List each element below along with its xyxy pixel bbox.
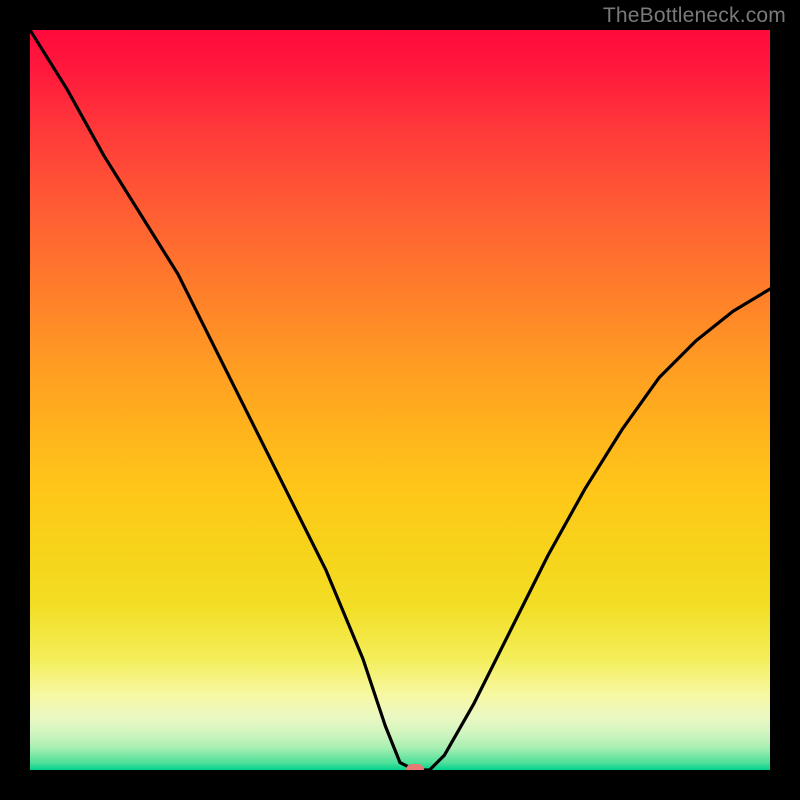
watermark-text: TheBottleneck.com xyxy=(603,4,786,28)
optimum-marker-icon xyxy=(406,764,424,770)
bottleneck-curve xyxy=(30,30,770,770)
plot-area xyxy=(30,30,770,770)
chart-frame: TheBottleneck.com xyxy=(0,0,800,800)
